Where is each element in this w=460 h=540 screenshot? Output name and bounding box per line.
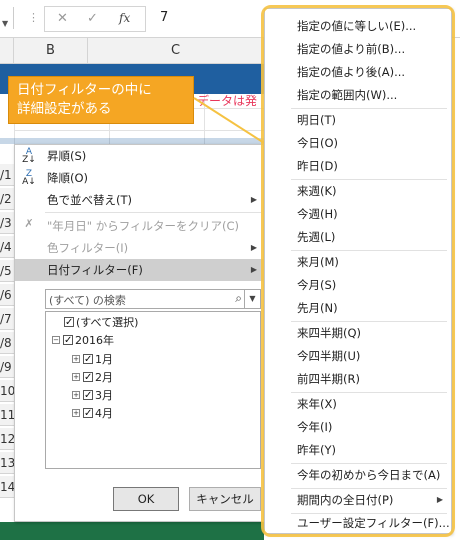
row-header[interactable]: /1: [0, 164, 14, 186]
row-header[interactable]: 11: [0, 404, 14, 426]
submenu-item-last-week[interactable]: 先週(L): [265, 226, 451, 248]
dropdown-arrow-icon[interactable]: ▼: [2, 19, 8, 28]
row-header[interactable]: 14: [0, 476, 14, 498]
cancel-icon[interactable]: ✕: [57, 11, 68, 26]
expand-icon[interactable]: +: [72, 391, 80, 399]
tree-node-month[interactable]: +4月: [72, 405, 113, 423]
filter-value-tree: (すべて選択) −2016年 +1月 +2月 +3月 +4月: [45, 311, 261, 469]
insert-function-icon[interactable]: fx: [119, 11, 130, 25]
expand-icon[interactable]: +: [72, 373, 80, 381]
submenu-item-custom-filter[interactable]: ユーザー設定フィルター(F)...: [265, 512, 451, 534]
expand-icon[interactable]: +: [72, 409, 80, 417]
separator-icon: ⋮: [28, 11, 39, 24]
sort-descending-icon: Z A↓: [22, 169, 36, 187]
clear-filter-icon: ✗: [24, 217, 34, 230]
submenu-item-all-dates-in-period[interactable]: 期間内の全日付(P) ▶: [265, 489, 451, 511]
row-header[interactable]: /8: [0, 332, 14, 354]
clear-filter-item[interactable]: ✗ "年月日" からフィルターをクリア(C): [15, 215, 263, 237]
row-header[interactable]: /2: [0, 188, 14, 210]
submenu-item-last-month[interactable]: 先月(N): [265, 297, 451, 319]
sort-by-color-item[interactable]: 色で並べ替え(T) ▶: [15, 189, 263, 211]
row-header[interactable]: /5: [0, 260, 14, 282]
row-header[interactable]: 13: [0, 452, 14, 474]
checkbox-icon[interactable]: [83, 369, 93, 387]
submenu-item-before[interactable]: 指定の値より前(B)...: [265, 38, 451, 60]
select-all-checkbox[interactable]: (すべて選択): [64, 314, 138, 332]
tree-node-month[interactable]: +3月: [72, 387, 113, 405]
checkbox-icon[interactable]: [83, 405, 93, 423]
expand-icon[interactable]: +: [72, 355, 80, 363]
filter-search-box[interactable]: (すべて) の検索 ⌕ ▼: [45, 289, 261, 309]
submenu-item-this-month[interactable]: 今月(S): [265, 274, 451, 296]
autofilter-menu: A Z↓ 昇順(S) Z A↓ 降順(O) 色で並べ替え(T) ▶ ✗ "年月日" …: [14, 144, 264, 522]
submenu-item-equals[interactable]: 指定の値に等しい(E)...: [265, 15, 451, 37]
select-all-corner[interactable]: [0, 38, 14, 64]
submenu-item-next-quarter[interactable]: 来四半期(Q): [265, 322, 451, 344]
submenu-item-tomorrow[interactable]: 明日(T): [265, 109, 451, 131]
row-header[interactable]: 10: [0, 380, 14, 402]
name-box[interactable]: ▼: [0, 7, 14, 29]
tree-node-month[interactable]: +2月: [72, 369, 113, 387]
submenu-item-next-week[interactable]: 来週(K): [265, 180, 451, 202]
sort-descending-item[interactable]: Z A↓ 降順(O): [15, 167, 263, 189]
submenu-item-next-year[interactable]: 来年(X): [265, 393, 451, 415]
row-header[interactable]: 12: [0, 428, 14, 450]
sort-ascending-icon: A Z↓: [22, 147, 36, 165]
enter-icon[interactable]: ✓: [87, 11, 98, 26]
row-header[interactable]: /3: [0, 212, 14, 234]
cancel-button[interactable]: キャンセル: [189, 487, 261, 511]
chevron-down-icon[interactable]: ▼: [244, 290, 260, 308]
submenu-item-this-year[interactable]: 今年(I): [265, 416, 451, 438]
submenu-item-this-quarter[interactable]: 今四半期(U): [265, 345, 451, 367]
ok-button[interactable]: OK: [113, 487, 179, 511]
tree-node-month[interactable]: +1月: [72, 351, 113, 369]
checkbox-icon[interactable]: [83, 387, 93, 405]
row-header[interactable]: /4: [0, 236, 14, 258]
date-filter-item[interactable]: 日付フィルター(F) ▶: [15, 259, 263, 281]
row-header[interactable]: /9: [0, 356, 14, 378]
sheet-cell-text: データは発: [197, 94, 258, 108]
submenu-arrow-icon: ▶: [250, 195, 257, 204]
submenu-arrow-icon: ▶: [250, 265, 257, 274]
submenu-item-between[interactable]: 指定の範囲内(W)...: [265, 84, 451, 106]
formula-buttons: ✕ ✓ fx: [44, 6, 146, 32]
tree-node-2016[interactable]: −2016年: [52, 332, 114, 350]
sheet-tab-bar: [0, 522, 264, 540]
submenu-item-today[interactable]: 今日(O): [265, 132, 451, 154]
collapse-icon[interactable]: −: [52, 336, 60, 344]
checkbox-icon[interactable]: [63, 332, 73, 350]
checkbox-icon[interactable]: [64, 314, 74, 332]
color-filter-item[interactable]: 色フィルター(I) ▶: [15, 237, 263, 259]
row-header[interactable]: /7: [0, 308, 14, 330]
column-header-c[interactable]: C: [88, 38, 264, 64]
submenu-arrow-icon: ▶: [250, 243, 257, 252]
date-filter-submenu: 指定の値に等しい(E)... 指定の値より前(B)... 指定の値より後(A).…: [264, 8, 452, 534]
row-header[interactable]: /6: [0, 284, 14, 306]
submenu-item-last-year[interactable]: 昨年(Y): [265, 439, 451, 461]
formula-input[interactable]: 7: [160, 10, 168, 25]
submenu-item-next-month[interactable]: 来月(M): [265, 251, 451, 273]
menu-divider: [45, 212, 261, 213]
submenu-item-this-week[interactable]: 今週(H): [265, 203, 451, 225]
sort-ascending-item[interactable]: A Z↓ 昇順(S): [15, 145, 263, 167]
submenu-item-year-to-date[interactable]: 今年の初めから今日まで(A): [265, 464, 451, 486]
submenu-item-last-quarter[interactable]: 前四半期(R): [265, 368, 451, 390]
submenu-item-yesterday[interactable]: 昨日(D): [265, 155, 451, 177]
search-icon: ⌕: [235, 291, 242, 305]
checkbox-icon[interactable]: [83, 351, 93, 369]
submenu-arrow-icon: ▶: [436, 495, 443, 504]
annotation-callout: 日付フィルターの中に 詳細設定がある: [8, 76, 194, 124]
submenu-item-after[interactable]: 指定の値より後(A)...: [265, 61, 451, 83]
column-header-b[interactable]: B: [14, 38, 88, 64]
